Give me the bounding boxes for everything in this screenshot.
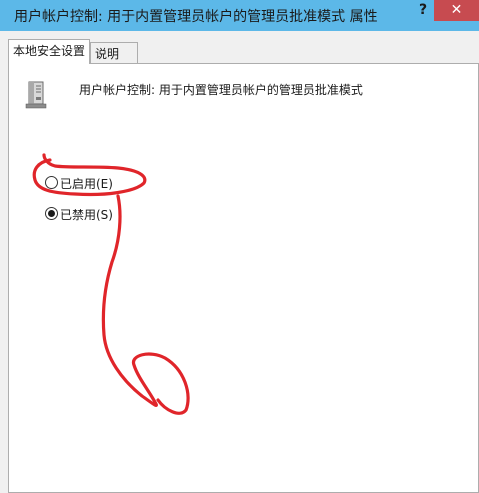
radio-button-checked[interactable]	[45, 207, 58, 220]
tab-label: 说明	[95, 47, 120, 61]
properties-dialog: 用户帐户控制: 用于内置管理员帐户的管理员批准模式 属性 ? ✕ 本地安全设置 …	[0, 0, 479, 493]
tab-explain[interactable]: 说明	[90, 42, 138, 64]
policy-name: 用户帐户控制: 用于内置管理员帐户的管理员批准模式	[79, 83, 363, 97]
radio-dot	[48, 210, 55, 217]
help-button[interactable]: ?	[412, 0, 434, 22]
enabled-label: 已启用(E)	[60, 177, 113, 191]
radio-button-unchecked[interactable]	[45, 176, 58, 189]
title-bar[interactable]: 用户帐户控制: 用于内置管理员帐户的管理员批准模式 属性 ? ✕	[0, 0, 479, 31]
tab-label: 本地安全设置	[13, 44, 86, 58]
disabled-label: 已禁用(S)	[60, 208, 113, 222]
close-button[interactable]: ✕	[434, 0, 479, 21]
window-title: 用户帐户控制: 用于内置管理员帐户的管理员批准模式 属性	[14, 9, 378, 25]
tab-panel	[8, 63, 479, 493]
server-icon	[24, 80, 50, 114]
tab-local-security-setting[interactable]: 本地安全设置	[8, 39, 90, 64]
